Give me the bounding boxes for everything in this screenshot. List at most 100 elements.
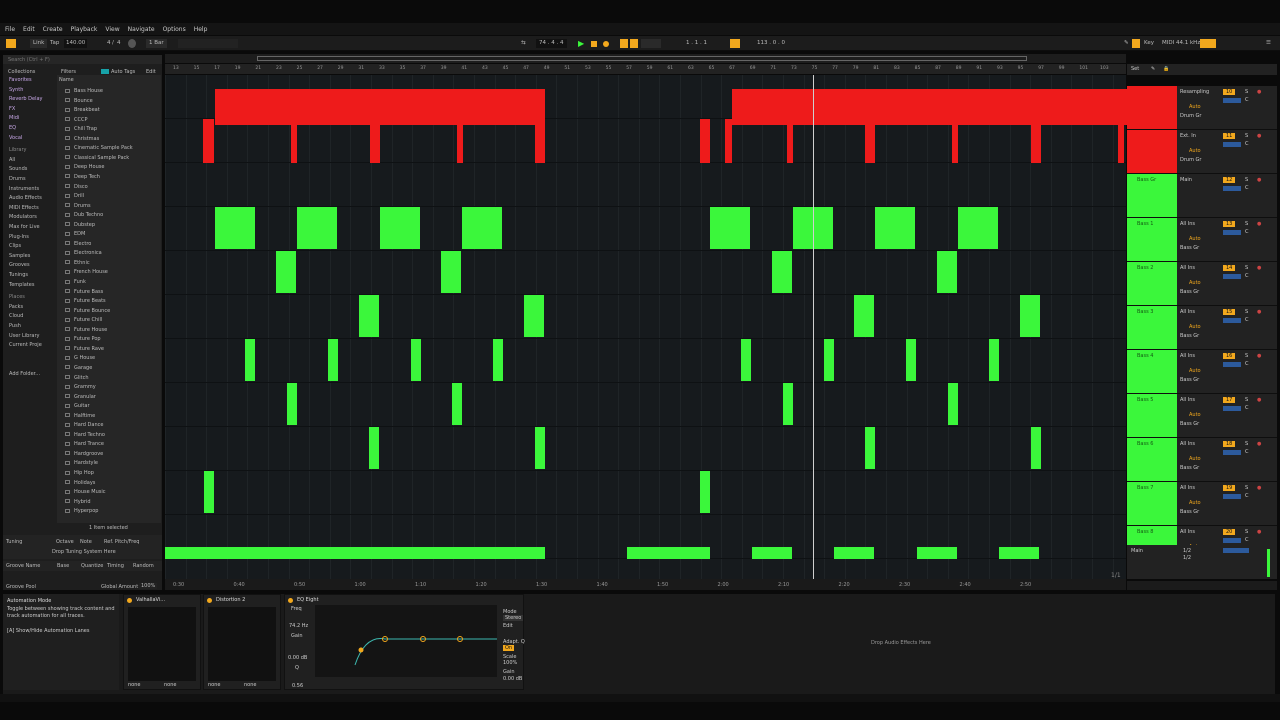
input-select[interactable]: All Ins: [1180, 309, 1195, 315]
arrangement-lane[interactable]: [165, 471, 1126, 515]
browser-folder-item[interactable]: Bass House: [65, 88, 103, 94]
arrangement-clip[interactable]: [999, 547, 1039, 559]
input-select[interactable]: All Ins: [1180, 221, 1195, 227]
menu-create[interactable]: Create: [43, 26, 63, 33]
pan-knob[interactable]: C: [1245, 537, 1249, 543]
arrangement-clip[interactable]: [380, 207, 420, 249]
freq-value[interactable]: 74.2 Hz: [289, 623, 308, 629]
volume-fader[interactable]: [1223, 318, 1241, 323]
arm-button[interactable]: ●: [1257, 177, 1261, 183]
arrangement-clip[interactable]: [215, 207, 255, 249]
monitor-toggle[interactable]: Auto: [1189, 280, 1201, 286]
track-name[interactable]: Bass 6: [1137, 441, 1153, 447]
browser-category[interactable]: Midi: [9, 115, 19, 121]
device-valhalla[interactable]: ValhallaVi... none none: [123, 594, 201, 690]
browser-category[interactable]: All: [9, 157, 15, 163]
key-select[interactable]: [178, 39, 238, 48]
browser-category[interactable]: Samples: [9, 253, 30, 259]
arrangement-clip[interactable]: [291, 119, 297, 163]
browser-folder-item[interactable]: Bounce: [65, 98, 93, 104]
automation-arm-icon[interactable]: [630, 39, 638, 48]
browser-folder-item[interactable]: Hard Techno: [65, 432, 105, 438]
browser-category[interactable]: Tunings: [9, 272, 28, 278]
output-select[interactable]: Bass Gr: [1180, 289, 1199, 295]
arrangement-clip[interactable]: [752, 547, 792, 559]
browser-folder-item[interactable]: Deep Tech: [65, 174, 100, 180]
time-ruler[interactable]: 0:30 0:40 0:50 1:00 1:10 1:20 1:30 1:40 1:50 2:00…: [165, 579, 1126, 590]
input-select[interactable]: All Ins: [1180, 529, 1195, 535]
tempo-field[interactable]: 140.00: [64, 39, 88, 48]
browser-folder-item[interactable]: Funk: [65, 279, 86, 285]
arrangement-clip[interactable]: [535, 119, 545, 163]
arrangement-clip[interactable]: [1031, 119, 1041, 163]
browser-folder-item[interactable]: Future Chill: [65, 317, 102, 323]
browser-category[interactable]: Favorites: [9, 77, 32, 83]
monitor-toggle[interactable]: Auto: [1189, 104, 1201, 110]
arrangement-clip[interactable]: [493, 339, 503, 381]
browser-folder-item[interactable]: Christmas: [65, 136, 99, 142]
menu-file[interactable]: File: [5, 26, 15, 33]
browser-folder-item[interactable]: Drums: [65, 203, 91, 209]
track-header[interactable]: Ext. In Auto Drum Gr 11 S ● C: [1127, 130, 1277, 174]
solo-button[interactable]: S: [1245, 353, 1248, 359]
input-select[interactable]: Ext. In: [1180, 133, 1196, 139]
track-name[interactable]: Bass 7: [1137, 485, 1153, 491]
arrangement-clip[interactable]: [952, 119, 958, 163]
macro-select-1[interactable]: none: [128, 682, 140, 688]
arrangement-clip[interactable]: [441, 251, 461, 293]
main-out-1[interactable]: 1/2: [1183, 548, 1191, 554]
track-activator[interactable]: 17: [1223, 397, 1236, 403]
macro-select-4[interactable]: none: [244, 682, 256, 688]
edit-toggle[interactable]: Edit: [503, 623, 513, 629]
input-select[interactable]: Resampling: [1180, 89, 1209, 95]
arrangement-lane[interactable]: [165, 119, 1126, 163]
input-select[interactable]: All Ins: [1180, 441, 1195, 447]
arm-button[interactable]: ●: [1257, 265, 1261, 271]
track-activator[interactable]: 12: [1223, 177, 1236, 183]
arm-button[interactable]: ●: [1257, 133, 1261, 139]
arrangement-clip[interactable]: [452, 383, 462, 425]
track-name[interactable]: Bass 5: [1137, 397, 1153, 403]
browser-folder-item[interactable]: Hybrid: [65, 499, 91, 505]
browser-folder-item[interactable]: Future House: [65, 327, 107, 333]
track-activator[interactable]: 13: [1223, 221, 1236, 227]
arrangement-clip[interactable]: [297, 207, 337, 249]
track-header[interactable]: Bass 7 All Ins Auto Bass Gr 19 S ● C: [1127, 482, 1277, 526]
arrangement-clip[interactable]: [215, 89, 545, 125]
output-select[interactable]: Bass Gr: [1180, 509, 1199, 515]
browser-folder-item[interactable]: Hyperpop: [65, 508, 98, 514]
arrangement-clip[interactable]: [328, 339, 338, 381]
arrangement-clip[interactable]: [457, 119, 463, 163]
solo-button[interactable]: S: [1245, 133, 1248, 139]
browser-category[interactable]: Vocal: [9, 135, 22, 141]
main-volume[interactable]: [1223, 548, 1249, 553]
arrangement-lane[interactable]: [165, 339, 1126, 383]
browser-category[interactable]: Max for Live: [9, 224, 40, 230]
arrangement-clip[interactable]: [741, 339, 751, 381]
loop-icon[interactable]: [730, 39, 740, 48]
menu-navigate[interactable]: Navigate: [128, 26, 155, 33]
arrangement-lane[interactable]: [165, 383, 1126, 427]
browser-folder-item[interactable]: Drill: [65, 193, 84, 199]
capture-icon[interactable]: [641, 39, 661, 48]
arrangement-clip[interactable]: [875, 207, 915, 249]
input-select[interactable]: Main: [1180, 177, 1192, 183]
arrangement-clip[interactable]: [906, 339, 916, 381]
arm-button[interactable]: ●: [1257, 89, 1261, 95]
monitor-toggle[interactable]: Auto: [1189, 324, 1201, 330]
browser-folder-item[interactable]: Granular: [65, 394, 96, 400]
browser-folder-item[interactable]: Future Pop: [65, 336, 101, 342]
pan-knob[interactable]: C: [1245, 405, 1249, 411]
browser-category[interactable]: Audio Effects: [9, 195, 42, 201]
beat-ruler[interactable]: 13 15 17 19 21 23 25 27 29 31 33 35 37 39 41 43 45 47 49 51…: [165, 64, 1126, 74]
output-select[interactable]: Bass Gr: [1180, 465, 1199, 471]
solo-button[interactable]: S: [1245, 177, 1248, 183]
arrangement-clip[interactable]: [165, 547, 545, 559]
eq-graph[interactable]: [315, 605, 497, 677]
volume-fader[interactable]: [1223, 538, 1241, 543]
track-activator[interactable]: 15: [1223, 309, 1236, 315]
browser-folder-item[interactable]: Future Rave: [65, 346, 104, 352]
arrangement-clip[interactable]: [958, 207, 998, 249]
browser-folder-item[interactable]: Electronica: [65, 250, 102, 256]
track-header[interactable]: Bass 2 All Ins Auto Bass Gr 14 S ● C: [1127, 262, 1277, 306]
